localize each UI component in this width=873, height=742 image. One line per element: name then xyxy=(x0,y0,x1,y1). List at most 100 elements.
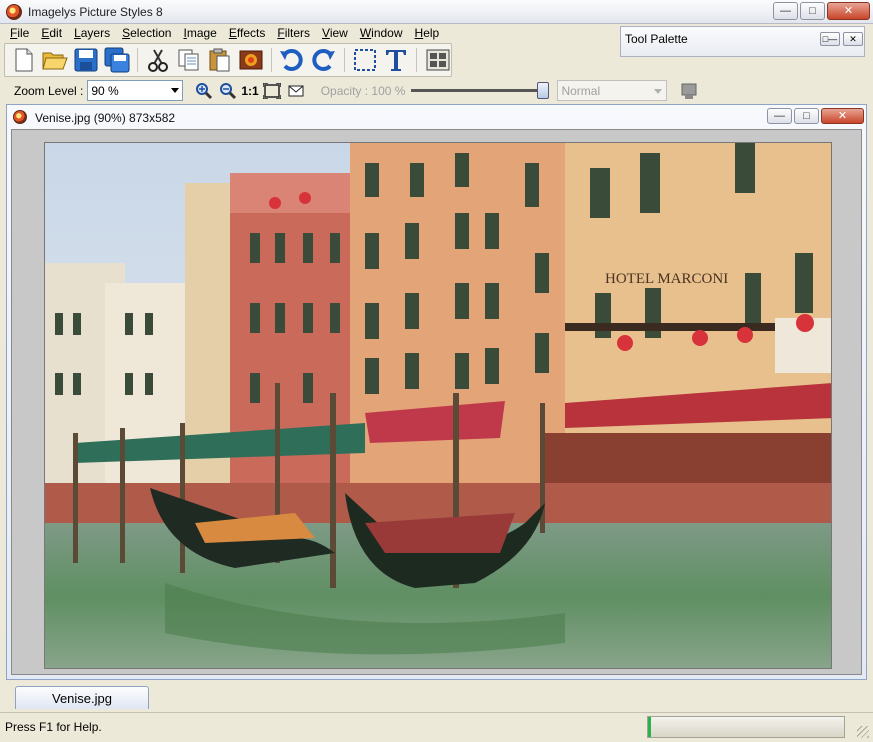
view-toolbar: Zoom Level : 90 % 1:1 Opacity : 100 % No… xyxy=(4,78,728,103)
menu-filters[interactable]: Filters xyxy=(271,24,316,42)
status-progress-bar xyxy=(647,716,845,738)
tool-palette-title: Tool Palette xyxy=(625,32,688,46)
document-close-button[interactable]: ✕ xyxy=(821,108,864,124)
toolbar-separator xyxy=(343,48,345,72)
layer-effects-button[interactable] xyxy=(679,81,699,101)
zoom-out-button[interactable] xyxy=(217,80,239,102)
menu-layers[interactable]: Layers xyxy=(68,24,116,42)
app-title: Imagelys Picture Styles 8 xyxy=(28,5,163,19)
redo-button[interactable] xyxy=(310,47,337,74)
menu-mnemonic: S xyxy=(122,26,131,40)
copy-button[interactable] xyxy=(176,47,203,74)
menu-mnemonic: W xyxy=(359,26,372,40)
document-title: Venise.jpg (90%) 873x582 xyxy=(35,111,176,125)
venice-painting: HOTEL MARCONI xyxy=(45,143,831,668)
zoom-in-button[interactable] xyxy=(193,80,215,102)
menu-edit[interactable]: Edit xyxy=(35,24,68,42)
tab-venise[interactable]: Venise.jpg xyxy=(15,686,149,709)
menu-help[interactable]: Help xyxy=(409,24,446,42)
opacity-slider-thumb[interactable] xyxy=(537,82,550,99)
fit-window-button[interactable] xyxy=(261,80,283,102)
marquee-select-icon xyxy=(353,49,376,71)
close-button[interactable]: ✕ xyxy=(827,2,870,20)
toolbar-separator xyxy=(137,48,139,72)
menu-window[interactable]: Window xyxy=(354,24,409,42)
selection-rect-button[interactable] xyxy=(352,47,379,74)
palette-pin-button[interactable]: □— xyxy=(820,32,840,46)
paste-icon xyxy=(209,48,230,72)
copy-icon xyxy=(178,49,199,71)
menu-effects[interactable]: Effects xyxy=(223,24,271,42)
menu-selection[interactable]: Selection xyxy=(116,24,177,42)
app-logo-icon[interactable] xyxy=(6,4,22,20)
open-folder-icon xyxy=(42,52,68,70)
menu-label: election xyxy=(130,26,172,40)
menu-label: elp xyxy=(423,26,440,40)
menu-label: ffects xyxy=(236,26,266,40)
resize-grip-icon[interactable] xyxy=(857,726,869,738)
menu-label: ilters xyxy=(284,26,311,40)
zoom-level-value: 90 % xyxy=(91,84,119,98)
toolbar-separator xyxy=(271,48,273,72)
document-icon xyxy=(13,110,27,124)
menu-file[interactable]: File xyxy=(4,24,35,42)
undo-button[interactable] xyxy=(279,47,306,74)
maximize-button[interactable]: □ xyxy=(800,2,825,20)
layout-grid-icon xyxy=(426,49,449,71)
document-window-controls: — □ ✕ xyxy=(767,108,864,124)
menu-mnemonic: F xyxy=(277,26,285,40)
menu-view[interactable]: View xyxy=(316,24,354,42)
scissors-icon xyxy=(148,49,169,72)
open-folder-button[interactable] xyxy=(42,47,69,74)
save-all-button[interactable] xyxy=(103,47,130,74)
status-bar: Press F1 for Help. xyxy=(0,712,873,742)
actual-size-button[interactable]: 1:1 xyxy=(241,84,258,98)
minimize-button[interactable]: — xyxy=(773,2,798,20)
new-file-icon xyxy=(15,48,33,72)
document-maximize-button[interactable]: □ xyxy=(794,108,819,124)
menu-label: dit xyxy=(49,26,63,40)
menu-mnemonic: V xyxy=(322,26,330,40)
zoom-level-dropdown[interactable]: 90 % xyxy=(87,80,184,101)
menu-label: iew xyxy=(329,26,348,40)
menu-label: indow xyxy=(371,26,403,40)
opacity-slider[interactable] xyxy=(411,82,550,99)
blend-mode-dropdown[interactable]: Normal xyxy=(557,80,668,101)
menu-mnemonic: E xyxy=(228,26,237,40)
chevron-down-icon xyxy=(654,89,663,94)
stamp-icon xyxy=(681,83,697,99)
insert-image-button[interactable] xyxy=(237,47,264,74)
svg-text:HOTEL MARCONI: HOTEL MARCONI xyxy=(605,271,728,287)
palette-close-button[interactable]: ✕ xyxy=(843,32,863,46)
undo-icon xyxy=(280,49,304,71)
toolbar-separator xyxy=(416,48,418,72)
opacity-label: Opacity : 100 % xyxy=(320,83,406,98)
text-tool-button[interactable] xyxy=(382,47,409,74)
menu-label: ayers xyxy=(80,26,111,40)
arrange-button[interactable] xyxy=(424,47,451,74)
menu-label: ile xyxy=(17,26,30,40)
paste-button[interactable] xyxy=(207,47,234,74)
fit-width-button[interactable] xyxy=(285,80,307,102)
document-tabs: Venise.jpg xyxy=(0,681,873,712)
blend-mode-value: Normal xyxy=(561,84,601,98)
document-title-bar: Venise.jpg (90%) 873x582 — □ ✕ xyxy=(7,105,866,129)
zoom-out-icon xyxy=(220,82,237,99)
chevron-down-icon xyxy=(171,88,180,93)
document-image[interactable]: HOTEL MARCONI xyxy=(44,142,832,669)
progress-indicator xyxy=(648,717,651,737)
save-button[interactable] xyxy=(73,47,100,74)
menu-mnemonic: H xyxy=(414,26,424,40)
fit-window-icon xyxy=(262,82,281,99)
save-all-icon xyxy=(104,47,130,73)
app-title-bar: Imagelys Picture Styles 8 — □ ✕ xyxy=(0,0,873,24)
new-file-button[interactable] xyxy=(11,47,38,74)
document-minimize-button[interactable]: — xyxy=(767,108,792,124)
menu-bar: File Edit Layers Selection Image Effects Filte… xyxy=(0,24,620,42)
canvas-area[interactable]: HOTEL MARCONI xyxy=(11,129,862,675)
tool-palette: Tool Palette □— ✕ xyxy=(620,26,865,57)
document-window: Venise.jpg (90%) 873x582 — □ ✕ HOTEL MAR… xyxy=(6,104,867,680)
cut-button[interactable] xyxy=(145,47,172,74)
zoom-level-label: Zoom Level : xyxy=(14,83,84,98)
menu-image[interactable]: Image xyxy=(177,24,222,42)
